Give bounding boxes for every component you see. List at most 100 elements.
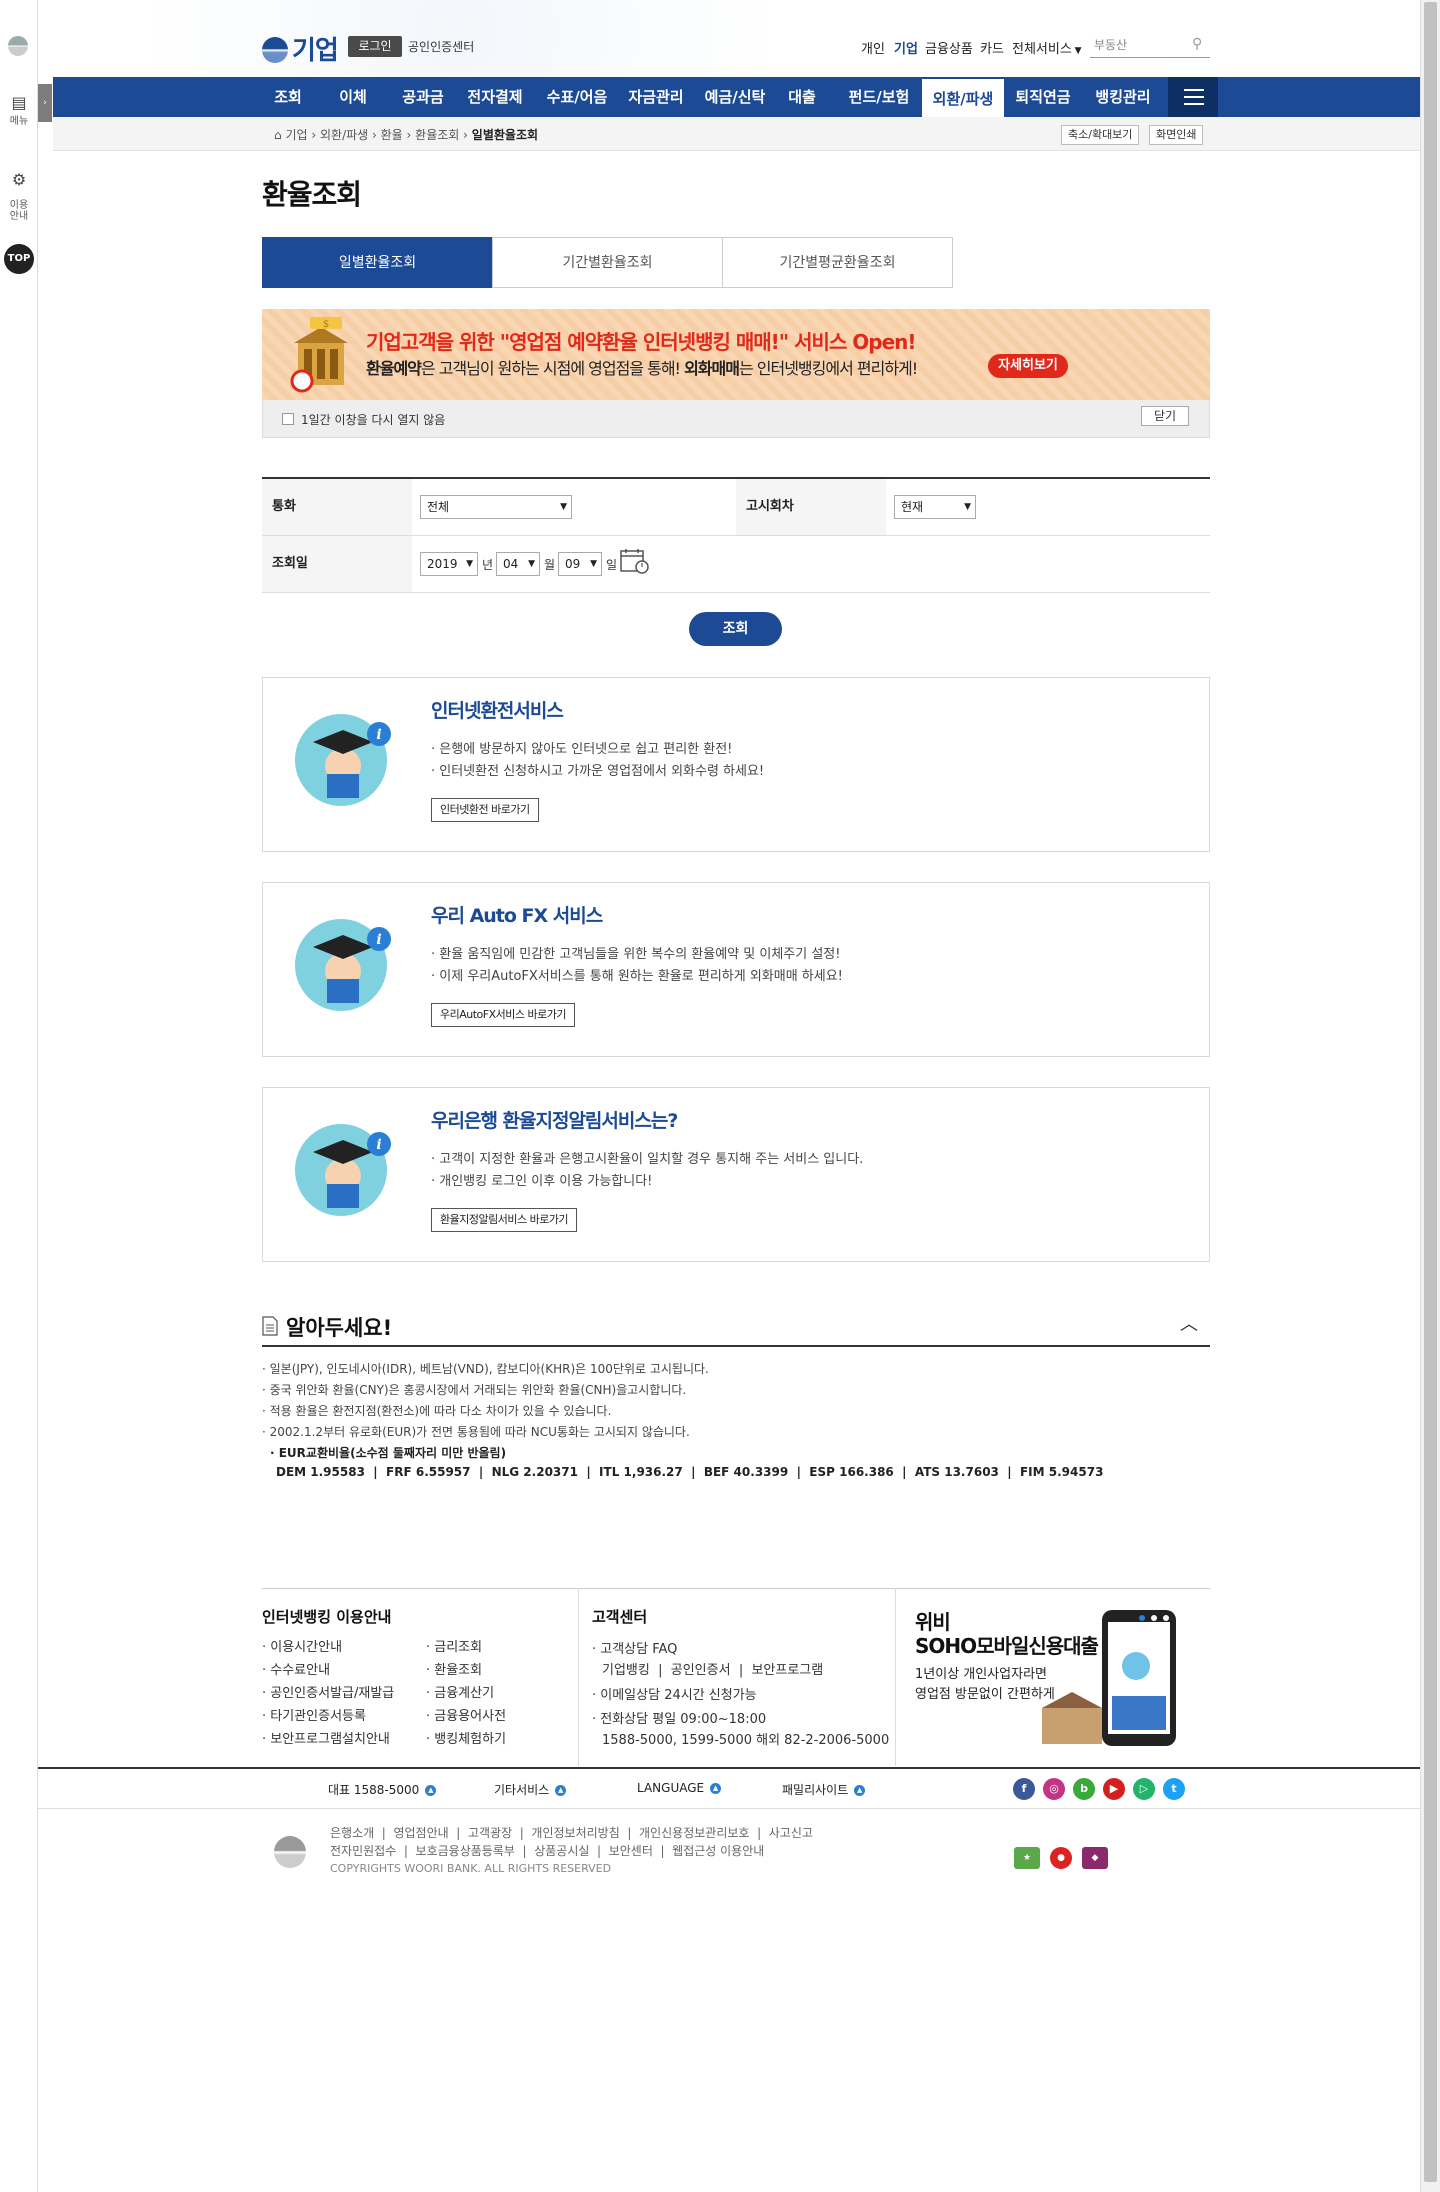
footer-link[interactable]: · 환율조회 (426, 1659, 506, 1682)
crumb-item[interactable]: 외환/파생 (320, 128, 368, 142)
search-submit-button[interactable]: 조회 (689, 612, 782, 646)
footer-language[interactable]: LANGUAGE ▲ (637, 1781, 722, 1795)
util-personal[interactable]: 개인 (861, 38, 885, 57)
nav-loan[interactable]: 대출 (777, 77, 827, 117)
breadcrumb-bar (53, 117, 1420, 151)
copyright: COPYRIGHTS WOORI BANK. ALL RIGHTS RESERV… (330, 1862, 612, 1875)
svg-text:$: $ (323, 319, 329, 330)
youtube-icon[interactable]: ▶ (1103, 1778, 1125, 1800)
util-card[interactable]: 카드 (980, 38, 1004, 57)
footer-link[interactable]: · 수수료안내 (262, 1659, 394, 1682)
internet-exchange-link-button[interactable]: 인터넷환전 바로가기 (431, 798, 539, 822)
svg-text:i: i (376, 727, 381, 743)
brand-logo[interactable]: 기업 (262, 30, 339, 67)
footer-link[interactable]: · 이용시간안내 (262, 1636, 394, 1659)
util-products[interactable]: 금융상품 (925, 38, 973, 57)
tab-period-rate[interactable]: 기간별환율조회 (492, 237, 723, 288)
day-unit: 일 (606, 558, 618, 572)
service-desc: · 은행에 방문하지 않아도 인터넷으로 쉽고 편리한 환전! (431, 742, 733, 757)
main-nav: 조회 이체 공과금 전자결제 수표/어음 자금관리 예금/신탁 대출 펀드/보험… (53, 77, 1420, 117)
rail-guide[interactable]: ⚙ 이용 안내 (0, 160, 38, 223)
zoom-button[interactable]: 축소/확대보기 (1061, 125, 1140, 145)
print-button[interactable]: 화면인쇄 (1149, 125, 1204, 145)
nav-epayment[interactable]: 전자결제 (455, 77, 535, 117)
footer-family-sites[interactable]: 패밀리사이트 ▲ (782, 1781, 866, 1798)
twitter-icon[interactable]: t (1163, 1778, 1185, 1800)
crumb-item[interactable]: 환율 (381, 128, 403, 142)
tab-period-average-rate[interactable]: 기간별평균환율조회 (722, 237, 953, 288)
cs-faq-links[interactable]: 기업뱅킹 | 공인인증서 | 보안프로그램 (602, 1659, 823, 1678)
util-business[interactable]: 기업 (894, 38, 918, 57)
eur-rate-values: DEM 1.95583 | FRF 6.55957 | NLG 2.20371 … (276, 1465, 1104, 1479)
breadcrumb: ⌂ 기업 › 외환/파생 › 환율 › 환율조회 › 일별환율조회 (274, 128, 539, 142)
footer-bar (38, 1767, 1420, 1809)
hide-1day-label[interactable]: 1일간 이창을 다시 열지 않음 (301, 411, 445, 428)
scrollbar[interactable] (1420, 0, 1440, 2192)
banner-close-button[interactable]: 닫기 (1141, 406, 1189, 426)
month-select[interactable]: 04 ▼ (496, 552, 540, 576)
service-desc: · 개인뱅킹 로그인 이후 이용 가능합니다! (431, 1174, 653, 1189)
footer-links-row2[interactable]: 전자민원접수 | 보호금융상품등록부 | 상품공시실 | 보안센터 | 웹접근성… (330, 1842, 764, 1859)
nav-checks[interactable]: 수표/어음 (537, 77, 617, 117)
util-all-services[interactable]: 전체서비스 ▼ (1012, 38, 1082, 57)
nav-deposit[interactable]: 예금/신탁 (695, 77, 775, 117)
play-icon[interactable]: ▷ (1133, 1778, 1155, 1800)
chevron-up-icon[interactable]: ︿ (1180, 1310, 1198, 1336)
nav-banking-mgmt[interactable]: 뱅킹관리 (1084, 77, 1162, 117)
nav-pension[interactable]: 퇴직연금 (1006, 77, 1080, 117)
instagram-icon[interactable]: ◎ (1043, 1778, 1065, 1800)
footer-link[interactable]: · 금리조회 (426, 1636, 506, 1659)
cert-center-link[interactable]: 공인인증센터 (408, 38, 474, 55)
banner-detail-button[interactable]: 자세히보기 (988, 354, 1068, 378)
svg-text:i: i (376, 932, 381, 948)
nav-inquiry[interactable]: 조회 (266, 77, 310, 117)
banner-subtitle: 환율예약은 고객님이 원하는 시점에 영업점을 통해! 외화매매는 인터넷뱅킹에… (366, 359, 918, 378)
footer-link[interactable]: · 금융용어사전 (426, 1705, 506, 1728)
year-select[interactable]: 2019 ▼ (420, 552, 478, 576)
scroll-top-button[interactable]: TOP (4, 244, 34, 274)
rail-toggle-button[interactable]: › (38, 84, 52, 122)
blog-icon[interactable]: b (1073, 1778, 1095, 1800)
calendar-icon[interactable] (620, 548, 650, 574)
hamburger-menu-button[interactable] (1168, 77, 1218, 117)
footer-link[interactable]: · 보안프로그램설치안내 (262, 1728, 394, 1751)
service-title: 우리은행 환율지정알림서비스는? (431, 1110, 678, 1132)
footer-links-row1[interactable]: 은행소개 | 영업점안내 | 고객광장 | 개인정보처리방침 | 개인신용정보관… (330, 1824, 813, 1841)
footer-link[interactable]: · 타기관인증서등록 (262, 1705, 394, 1728)
footer-phone[interactable]: 대표 1588-5000 ▲ (328, 1781, 437, 1798)
nav-fund-insurance[interactable]: 펀드/보험 (838, 77, 920, 117)
tab-daily-rate[interactable]: 일별환율조회 (262, 237, 493, 288)
caret-down-icon: ▼ (528, 559, 535, 569)
autofx-link-button[interactable]: 우리AutoFX서비스 바로가기 (431, 1003, 575, 1027)
home-icon[interactable]: ⌂ (274, 128, 282, 142)
nav-transfer[interactable]: 이체 (331, 77, 375, 117)
footer-link[interactable]: · 금융계산기 (426, 1682, 506, 1705)
nav-utility[interactable]: 공과금 (393, 77, 453, 117)
service-desc: · 인터넷환전 신청하시고 가까운 영업점에서 외화수령 하세요! (431, 764, 765, 779)
notice-round-select[interactable]: 현재 ▼ (894, 495, 976, 519)
cs-phone: · 전화상담 평일 09:00~18:00 (592, 1712, 767, 1727)
nav-fund-mgmt[interactable]: 자금관리 (619, 77, 693, 117)
cs-faq[interactable]: · 고객상담 FAQ (592, 1638, 677, 1657)
graduate-character-icon: i (295, 1124, 391, 1216)
svg-text:i: i (376, 1137, 381, 1153)
caret-down-icon: ▼ (1071, 46, 1082, 56)
crumb-item[interactable]: 환율조회 (415, 128, 459, 142)
rate-alert-link-button[interactable]: 환율지정알림서비스 바로가기 (431, 1208, 578, 1232)
footer-link[interactable]: · 뱅킹체험하기 (426, 1728, 506, 1751)
nav-forex[interactable]: 외환/파생 (922, 77, 1004, 117)
crumb-item[interactable]: 기업 (285, 128, 307, 142)
day-select[interactable]: 09 ▼ (558, 552, 602, 576)
search-icon[interactable]: ⚲ (1192, 36, 1202, 52)
login-button[interactable]: 로그인 (348, 36, 402, 57)
facebook-icon[interactable]: f (1013, 1778, 1035, 1800)
footer-other-services[interactable]: 기타서비스 ▲ (494, 1781, 567, 1798)
hide-1day-checkbox[interactable] (282, 413, 294, 425)
caret-down-icon: ▼ (560, 502, 567, 512)
scrollbar-thumb[interactable] (1424, 2, 1437, 2182)
footer-link[interactable]: · 공인인증서발급/재발급 (262, 1682, 394, 1705)
year-unit: 년 (482, 558, 494, 572)
currency-select[interactable]: 전체 ▼ (420, 495, 572, 519)
rail-menu[interactable]: ▤ 메뉴 (0, 94, 38, 128)
service-desc: · 고객이 지정한 환율과 은행고시환율이 일치할 경우 통지해 주는 서비스 … (431, 1152, 864, 1167)
